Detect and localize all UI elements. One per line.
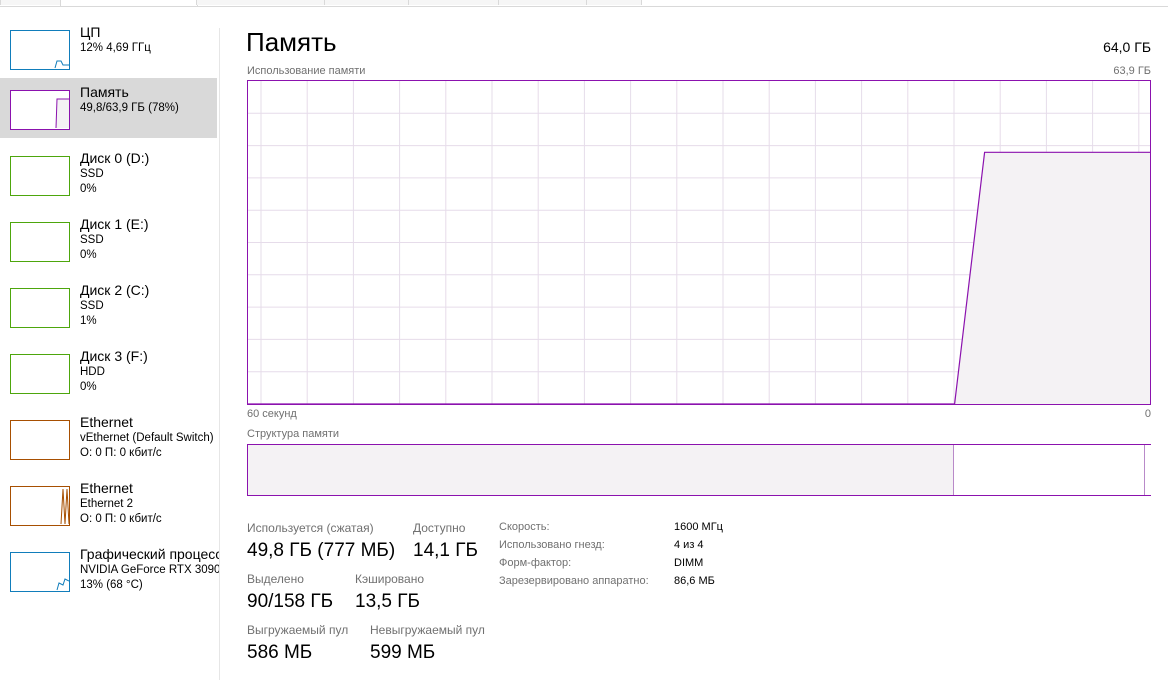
tab-processes[interactable] [0,0,62,5]
speed-value: 1600 МГц [674,521,723,533]
paged-pool-value: 586 МБ [247,642,313,663]
sidebar-item-disk-0[interactable]: Диск 0 (D:) SSD 0% [0,144,217,204]
sidebar-item-usage: 13% (68 °C) [80,579,143,591]
cached-label: Кэшировано [355,572,425,586]
usage-area [954,152,1150,404]
composition-label: Структура памяти [247,428,340,440]
disk-graph-thumbnail [10,222,70,262]
gpu-graph-thumbnail [10,552,70,592]
sidebar-item-cpu[interactable]: ЦП 12% 4,69 ГГц [0,18,217,78]
sidebar-item-usage: 0% [80,183,97,195]
sidebar-item-title: Память [80,84,129,100]
tab-performance[interactable] [60,0,198,6]
tab-strip [0,0,1168,7]
sidebar-item-disk-1[interactable]: Диск 1 (E:) SSD 0% [0,210,217,270]
form-factor-value: DIMM [674,557,704,569]
sidebar-divider [219,28,220,680]
sidebar-item-adapter: Ethernet 2 [80,498,134,510]
sidebar-item-title: ЦП [80,24,101,40]
sidebar-item-disk-3[interactable]: Диск 3 (F:) HDD 0% [0,342,217,402]
speed-label: Скорость: [499,521,550,533]
sidebar-item-title: Графический процессор 0 [80,546,220,562]
tab-details[interactable] [498,0,588,5]
sidebar-item-title: Диск 2 (C:) [80,282,150,298]
sidebar-item-usage: 1% [80,315,97,327]
form-factor-label: Форм-фактор: [499,557,572,569]
committed-label: Выделено [247,572,304,586]
sidebar-item-detail: 12% 4,69 ГГц [80,42,151,54]
sidebar-item-gpu-0[interactable]: Графический процессор 0 NVIDIA GeForce R… [0,540,220,600]
usage-graph-max: 63,9 ГБ [1113,65,1151,77]
sidebar-item-type: HDD [80,366,105,378]
tab-app-history[interactable] [196,0,326,5]
in-use-label: Используется (сжатая) [247,521,374,535]
tab-services[interactable] [586,0,642,5]
nonpaged-pool-value: 599 МБ [370,642,436,663]
disk-graph-thumbnail [10,156,70,196]
sidebar-item-memory[interactable]: Память 49,8/63,9 ГБ (78%) [0,78,217,138]
hardware-reserved-value: 86,6 МБ [674,575,715,587]
disk-graph-thumbnail [10,354,70,394]
slots-used-value: 4 из 4 [674,539,704,551]
hardware-reserved-label: Зарезервировано аппаратно: [499,575,649,587]
ethernet-graph-thumbnail [10,486,70,526]
cached-value: 13,5 ГБ [355,591,421,612]
sidebar-item-usage: 0% [80,249,97,261]
graph-x-right-label: 0 [1144,408,1151,420]
memory-graph-thumbnail [10,90,70,130]
sidebar-item-type: SSD [80,300,104,312]
sidebar-item-throughput: О: 0 П: 0 кбит/с [80,513,162,525]
sidebar-item-type: SSD [80,168,104,180]
sidebar-item-type: SSD [80,234,104,246]
nonpaged-pool-label: Невыгружаемый пул [370,623,485,637]
available-label: Доступно [413,521,466,535]
tab-users[interactable] [408,0,500,5]
disk-graph-thumbnail [10,288,70,328]
memory-composition-bar [247,444,1151,496]
graph-x-left-label: 60 секунд [247,408,297,420]
sidebar-item-throughput: О: 0 П: 0 кбит/с [80,447,162,459]
available-value: 14,1 ГБ [413,540,479,561]
sidebar-item-ethernet-2[interactable]: Ethernet Ethernet 2 О: 0 П: 0 кбит/с [0,474,217,534]
composition-in-use-segment [248,445,954,495]
sidebar-item-detail: 49,8/63,9 ГБ (78%) [80,102,179,114]
sidebar-item-title: Диск 1 (E:) [80,216,149,232]
in-use-value: 49,8 ГБ (777 МБ) [247,540,396,561]
ethernet-graph-thumbnail [10,420,70,460]
paged-pool-label: Выгружаемый пул [247,623,349,637]
memory-usage-graph [247,80,1151,405]
sidebar-item-title: Ethernet [80,414,133,430]
composition-standby-segment [954,445,1144,495]
tab-startup[interactable] [324,0,410,5]
total-memory: 64,0 ГБ [1103,39,1151,55]
sidebar-item-adapter: vEthernet (Default Switch) [80,432,214,444]
usage-graph-label: Использование памяти [247,65,366,77]
slots-used-label: Использовано гнезд: [499,539,605,551]
sidebar-item-disk-2[interactable]: Диск 2 (C:) SSD 1% [0,276,217,336]
cpu-graph-thumbnail [10,30,70,70]
committed-value: 90/158 ГБ [247,591,334,612]
sidebar-item-title: Диск 0 (D:) [80,150,150,166]
sidebar-item-ethernet-vswitch[interactable]: Ethernet vEthernet (Default Switch) О: 0… [0,408,217,468]
memory-usage-plot [248,81,1150,405]
sidebar-item-title: Диск 3 (F:) [80,348,148,364]
sidebar-item-usage: 0% [80,381,97,393]
sidebar-item-title: Ethernet [80,480,133,496]
composition-free-segment [1144,445,1151,495]
page-title: Память [246,27,337,57]
sidebar-item-model: NVIDIA GeForce RTX 3090 [80,564,220,576]
resource-sidebar: ЦП 12% 4,69 ГГц Память 49,8/63,9 ГБ (78%… [0,14,220,680]
